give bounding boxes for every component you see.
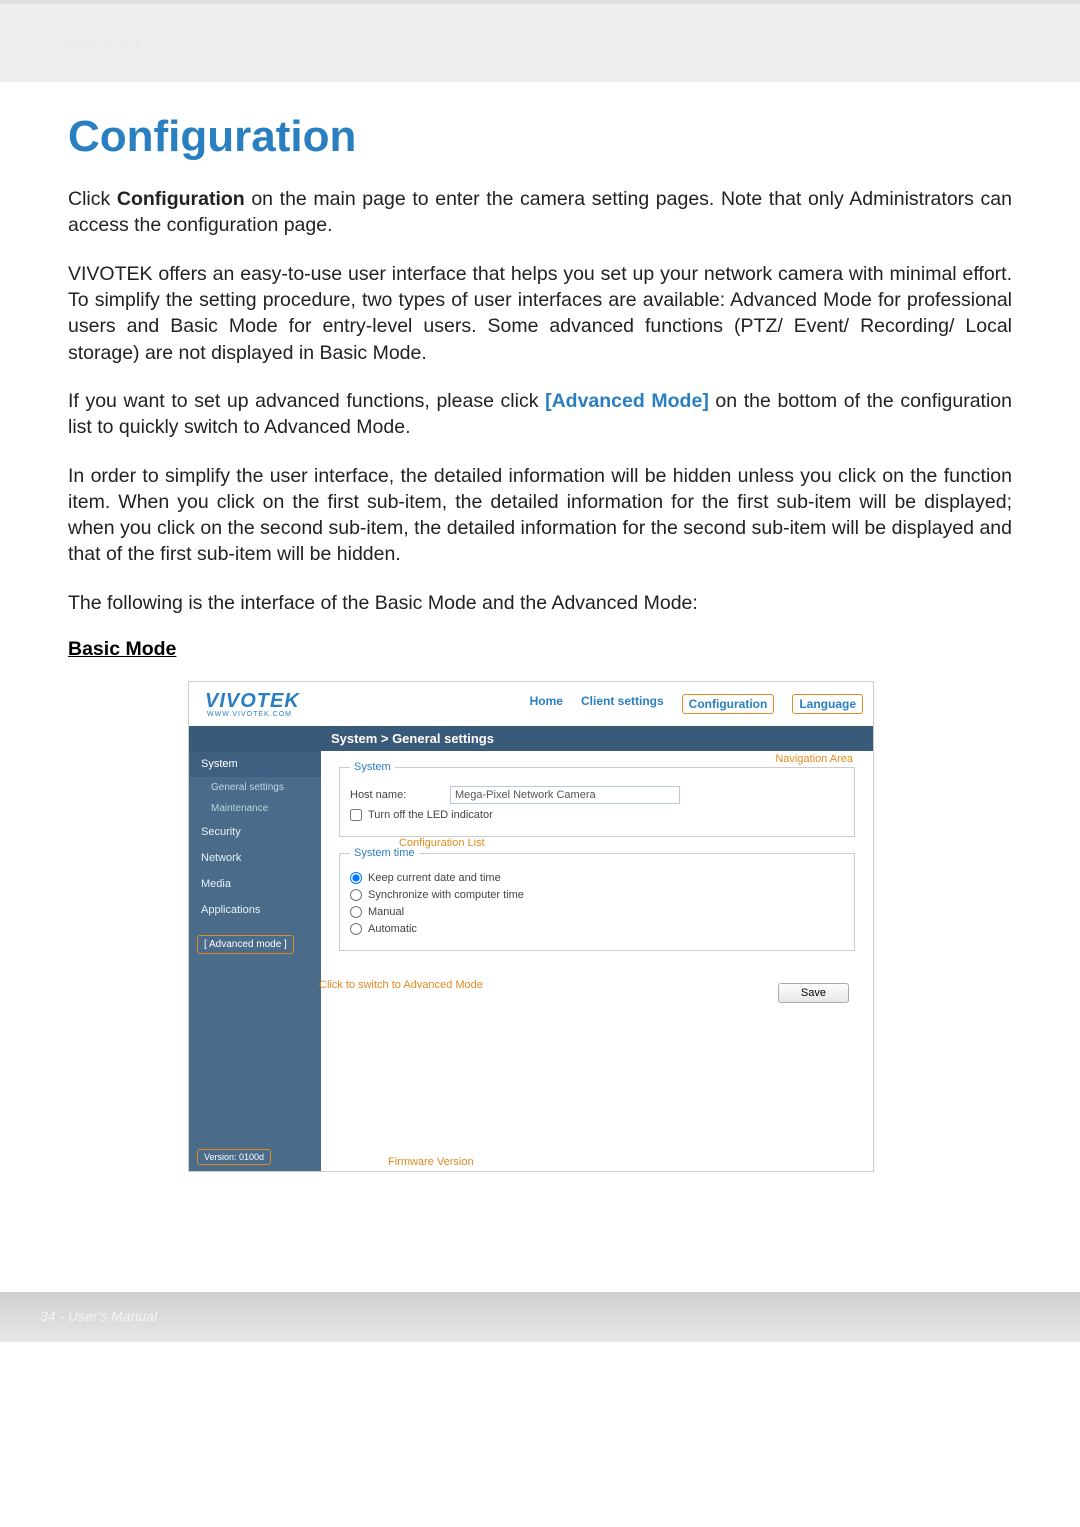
paragraph-2: VIVOTEK offers an easy-to-use user inter…: [68, 261, 1012, 366]
page-header: VIVOTEK: [0, 0, 1080, 82]
ui-screenshot-wrap: VIVOTEK WWW.VIVOTEK.COM Home Client sett…: [68, 681, 1012, 1172]
page-footer: 34 - User's Manual: [0, 1292, 1080, 1342]
led-label: Turn off the LED indicator: [368, 809, 493, 821]
sidebar-item-maintenance[interactable]: Maintenance: [189, 798, 321, 819]
brand-label: VIVOTEK: [65, 33, 144, 54]
led-row: Turn off the LED indicator: [350, 809, 844, 821]
annotation-firmware-version: Firmware Version: [388, 1156, 474, 1168]
annotation-configuration-list: Configuration List: [399, 837, 485, 849]
radio-automatic-label: Automatic: [368, 923, 417, 935]
page-title: Configuration: [68, 112, 1012, 162]
version-label: Version: 0100d: [197, 1149, 271, 1165]
hostname-input[interactable]: [450, 786, 680, 804]
ui-logo: VIVOTEK: [205, 690, 300, 713]
system-legend: System: [350, 761, 395, 773]
nav-configuration[interactable]: Configuration: [682, 694, 775, 714]
time-opt2-row: Synchronize with computer time: [350, 889, 844, 901]
radio-manual[interactable]: [350, 906, 362, 918]
advanced-mode-button[interactable]: [ Advanced mode ]: [197, 935, 294, 954]
radio-manual-label: Manual: [368, 906, 404, 918]
sidebar-item-network[interactable]: Network: [189, 845, 321, 871]
sidebar-item-general-settings[interactable]: General settings: [189, 777, 321, 798]
ui-body: System General settings Maintenance Secu…: [189, 751, 873, 1171]
paragraph-4: In order to simplify the user interface,…: [68, 463, 1012, 568]
page: VIVOTEK Configuration Click Configuratio…: [0, 0, 1080, 1342]
nav-home[interactable]: Home: [530, 694, 563, 714]
radio-sync-computer-label: Synchronize with computer time: [368, 889, 524, 901]
sidebar-item-media[interactable]: Media: [189, 871, 321, 897]
ui-main: Navigation Area System Host name: Turn o…: [321, 751, 873, 1171]
hostname-label: Host name:: [350, 789, 450, 801]
radio-keep-current[interactable]: [350, 872, 362, 884]
footer-text: 34 - User's Manual: [40, 1308, 157, 1324]
save-button[interactable]: Save: [778, 983, 849, 1003]
paragraph-3: If you want to set up advanced functions…: [68, 388, 1012, 441]
p1-text-a: Click: [68, 188, 117, 210]
time-opt4-row: Automatic: [350, 923, 844, 935]
radio-automatic[interactable]: [350, 923, 362, 935]
annotation-navigation-area: Navigation Area: [775, 753, 853, 765]
hostname-row: Host name:: [350, 786, 844, 804]
paragraph-1: Click Configuration on the main page to …: [68, 186, 1012, 239]
sidebar-item-system[interactable]: System: [189, 751, 321, 777]
ui-screenshot: VIVOTEK WWW.VIVOTEK.COM Home Client sett…: [188, 681, 874, 1172]
content-area: Configuration Click Configuration on the…: [0, 82, 1080, 1172]
radio-sync-computer[interactable]: [350, 889, 362, 901]
ui-topbar: VIVOTEK WWW.VIVOTEK.COM Home Client sett…: [189, 682, 873, 726]
ui-logo-block: VIVOTEK WWW.VIVOTEK.COM: [199, 690, 300, 718]
p1-bold: Configuration: [117, 188, 245, 210]
radio-keep-current-label: Keep current date and time: [368, 872, 501, 884]
p3-text-a: If you want to set up advanced functions…: [68, 390, 545, 412]
sidebar-item-security[interactable]: Security: [189, 819, 321, 845]
breadcrumb: System > General settings: [189, 726, 873, 751]
system-fieldset: System Host name: Turn off the LED indic…: [339, 761, 855, 837]
time-opt1-row: Keep current date and time: [350, 872, 844, 884]
nav-language[interactable]: Language: [792, 694, 863, 714]
time-opt3-row: Manual: [350, 906, 844, 918]
ui-sidebar: System General settings Maintenance Secu…: [189, 751, 321, 1171]
nav-client-settings[interactable]: Client settings: [581, 694, 664, 714]
p3-link: [Advanced Mode]: [545, 390, 709, 412]
sidebar-item-applications[interactable]: Applications: [189, 897, 321, 923]
ui-logo-sub: WWW.VIVOTEK.COM: [207, 711, 300, 718]
paragraph-5: The following is the interface of the Ba…: [68, 590, 1012, 616]
led-checkbox[interactable]: [350, 809, 362, 821]
basic-mode-heading: Basic Mode: [68, 638, 1012, 661]
annotation-advanced-mode: Click to switch to Advanced Mode: [319, 979, 483, 991]
system-time-fieldset: System time Keep current date and time S…: [339, 847, 855, 951]
ui-nav: Home Client settings Configuration Langu…: [530, 694, 863, 714]
